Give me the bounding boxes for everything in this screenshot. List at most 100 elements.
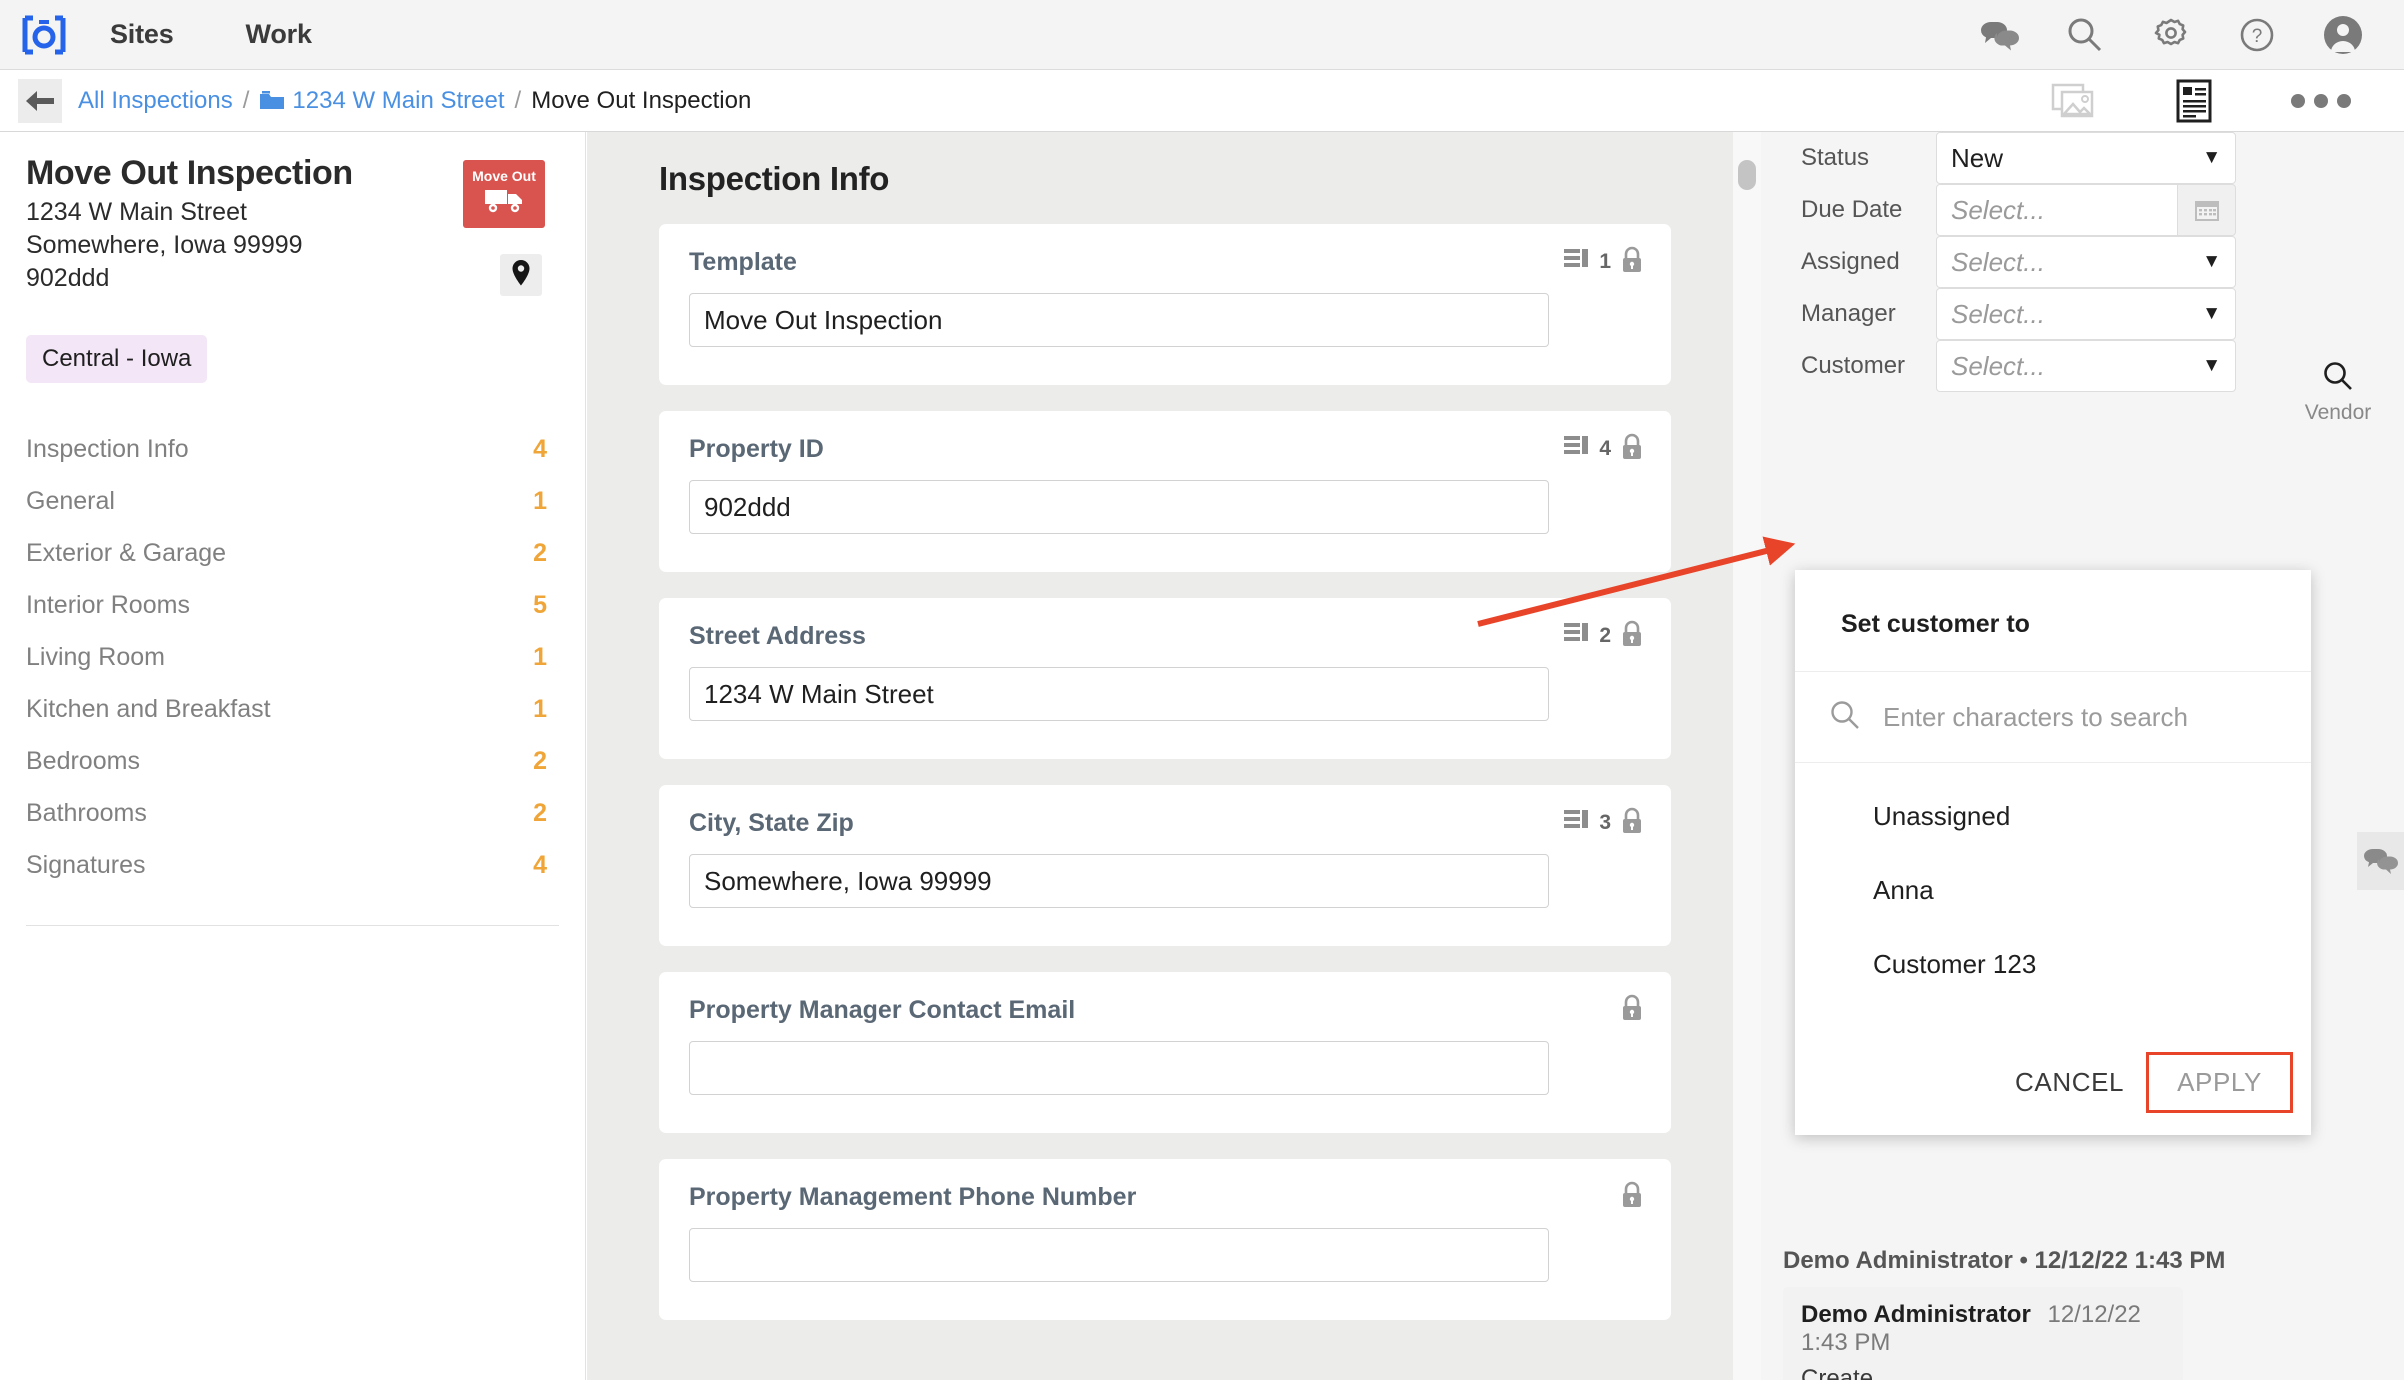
sidebar-item-count: 4 (533, 434, 547, 463)
status-select[interactable]: New ▼ (1936, 132, 2236, 184)
field-card-template: Template Move Out Inspection 1 (659, 224, 1671, 385)
sidebar-item-general[interactable]: General 1 (26, 475, 559, 527)
back-button[interactable] (18, 78, 62, 123)
chevron-down-icon: ▼ (2202, 303, 2221, 324)
field-label: Property ID (689, 435, 824, 463)
popup-action-buttons: CANCEL APPLY (1993, 1052, 2293, 1113)
manager-select[interactable]: Select... ▼ (1936, 288, 2236, 340)
status-label: Status (1801, 144, 1870, 171)
sidebar-item-count: 1 (533, 486, 547, 515)
field-label: Property Management Phone Number (689, 1183, 1137, 1211)
cancel-button[interactable]: CANCEL (1993, 1053, 2146, 1112)
sidebar-divider (26, 925, 559, 927)
form-section-icon (1563, 434, 1589, 465)
photos-icon[interactable] (2050, 81, 2098, 121)
property-manager-email-input[interactable] (689, 1041, 1549, 1095)
map-pin-button[interactable] (500, 254, 542, 296)
field-card-city-state-zip: City, State Zip Somewhere, Iowa 99999 3 (659, 785, 1671, 946)
sidebar-address-line2: Somewhere, Iowa 99999 (26, 230, 303, 259)
popup-title: Set customer to (1841, 610, 2030, 638)
app-logo[interactable] (20, 13, 68, 57)
history-entry: Demo Administrator 12/12/22 1:43 PM Crea… (1783, 1287, 2183, 1380)
field-meta: 1 (1563, 246, 1643, 278)
form-scrollbar-track[interactable] (1733, 132, 1761, 1380)
sidebar-item-living-room[interactable]: Living Room 1 (26, 631, 559, 683)
customer-options-list: Unassigned Anna Customer 123 (1795, 763, 2311, 987)
comments-tab-icon[interactable] (2357, 832, 2404, 890)
property-management-phone-input[interactable] (689, 1228, 1549, 1282)
field-meta-count: 2 (1599, 624, 1611, 647)
form-section-icon (1563, 247, 1589, 278)
customer-option-anna[interactable]: Anna (1795, 867, 2311, 913)
field-meta: 3 (1563, 807, 1643, 839)
customer-select[interactable]: Select... ▼ (1936, 340, 2236, 392)
sidebar-item-label: Signatures (26, 850, 146, 879)
breadcrumb-separator-2: / (514, 86, 522, 114)
lock-icon (1621, 807, 1643, 839)
sidebar-item-bathrooms[interactable]: Bathrooms 2 (26, 787, 559, 839)
help-icon[interactable]: ? (2236, 14, 2278, 56)
customer-search-placeholder: Enter characters to search (1883, 701, 2188, 732)
nav-item-work[interactable]: Work (246, 19, 312, 50)
sidebar-header: Move Out Inspection 1234 W Main Street S… (0, 132, 585, 384)
inspection-form-panel: Inspection Info Template Move Out Inspec… (587, 132, 1733, 1380)
sidebar-item-inspection-info[interactable]: Inspection Info 4 (26, 423, 559, 475)
chevron-down-icon: ▼ (2202, 251, 2221, 272)
template-input[interactable]: Move Out Inspection (689, 293, 1549, 347)
assigned-select[interactable]: Select... ▼ (1936, 236, 2236, 288)
search-icon (1829, 699, 1861, 736)
sidebar-item-signatures[interactable]: Signatures 4 (26, 839, 559, 891)
apply-button[interactable]: APPLY (2146, 1052, 2293, 1113)
chat-icon[interactable] (1978, 14, 2020, 56)
field-meta-count: 3 (1599, 811, 1611, 834)
sidebar-item-kitchen-and-breakfast[interactable]: Kitchen and Breakfast 1 (26, 683, 559, 735)
street-address-input[interactable]: 1234 W Main Street (689, 667, 1549, 721)
breadcrumb-item-all-inspections[interactable]: All Inspections (78, 87, 233, 115)
sidebar-item-label: General (26, 486, 115, 515)
due-date-label: Due Date (1801, 196, 1903, 223)
field-meta-count: 1 (1599, 250, 1611, 273)
customer-search-input[interactable]: Enter characters to search (1795, 671, 2311, 763)
nav-item-sites[interactable]: Sites (110, 19, 174, 50)
breadcrumb: All Inspections / 1234 W Main Street / M… (78, 87, 751, 115)
form-section-icon (1563, 808, 1589, 839)
folder-icon (259, 90, 285, 112)
report-icon[interactable] (2176, 79, 2212, 123)
gear-icon[interactable] (2150, 14, 2192, 56)
form-section-icon (1563, 621, 1589, 652)
field-row-due-date: Due Date Select... (1761, 184, 2404, 236)
truck-icon (482, 186, 526, 219)
sidebar-item-label: Bathrooms (26, 798, 147, 827)
city-state-zip-input[interactable]: Somewhere, Iowa 99999 (689, 854, 1549, 908)
sidebar-item-label: Interior Rooms (26, 590, 190, 619)
form-scrollbar-thumb[interactable] (1738, 160, 1756, 190)
sidebar-item-count: 1 (533, 694, 547, 723)
calendar-icon[interactable] (2178, 184, 2236, 236)
field-meta (1621, 1181, 1643, 1213)
customer-option-customer-123[interactable]: Customer 123 (1795, 941, 2311, 987)
vendor-search-button[interactable]: Vendor (2283, 360, 2393, 425)
search-icon[interactable] (2064, 14, 2106, 56)
field-label: Template (689, 248, 797, 276)
property-id-input[interactable]: 902ddd (689, 480, 1549, 534)
customer-option-unassigned[interactable]: Unassigned (1795, 793, 2311, 839)
manager-placeholder: Select... (1951, 298, 2045, 329)
more-options-icon[interactable] (2290, 93, 2352, 109)
field-row-manager: Manager Select... ▼ (1761, 288, 2404, 340)
customer-placeholder: Select... (1951, 350, 2045, 381)
breadcrumb-item-property[interactable]: 1234 W Main Street (292, 87, 504, 115)
field-card-property-id: Property ID 902ddd 4 (659, 411, 1671, 572)
field-card-street-address: Street Address 1234 W Main Street 2 (659, 598, 1671, 759)
history-entry-faded: Demo Administrator • 12/12/22 1:43 PM (1783, 1247, 2226, 1274)
sidebar-item-count: 2 (533, 798, 547, 827)
avatar-icon[interactable] (2322, 14, 2364, 56)
due-date-input[interactable]: Select... (1936, 184, 2178, 236)
field-card-property-manager-email: Property Manager Contact Email (659, 972, 1671, 1133)
field-label: City, State Zip (689, 809, 854, 837)
sidebar-item-bedrooms[interactable]: Bedrooms 2 (26, 735, 559, 787)
sidebar-item-exterior-garage[interactable]: Exterior & Garage 2 (26, 527, 559, 579)
sidebar-item-interior-rooms[interactable]: Interior Rooms 5 (26, 579, 559, 631)
topnav-actions: ? (1978, 14, 2364, 56)
sidebar-item-count: 4 (533, 850, 547, 879)
vendor-search-icon (2321, 360, 2355, 399)
